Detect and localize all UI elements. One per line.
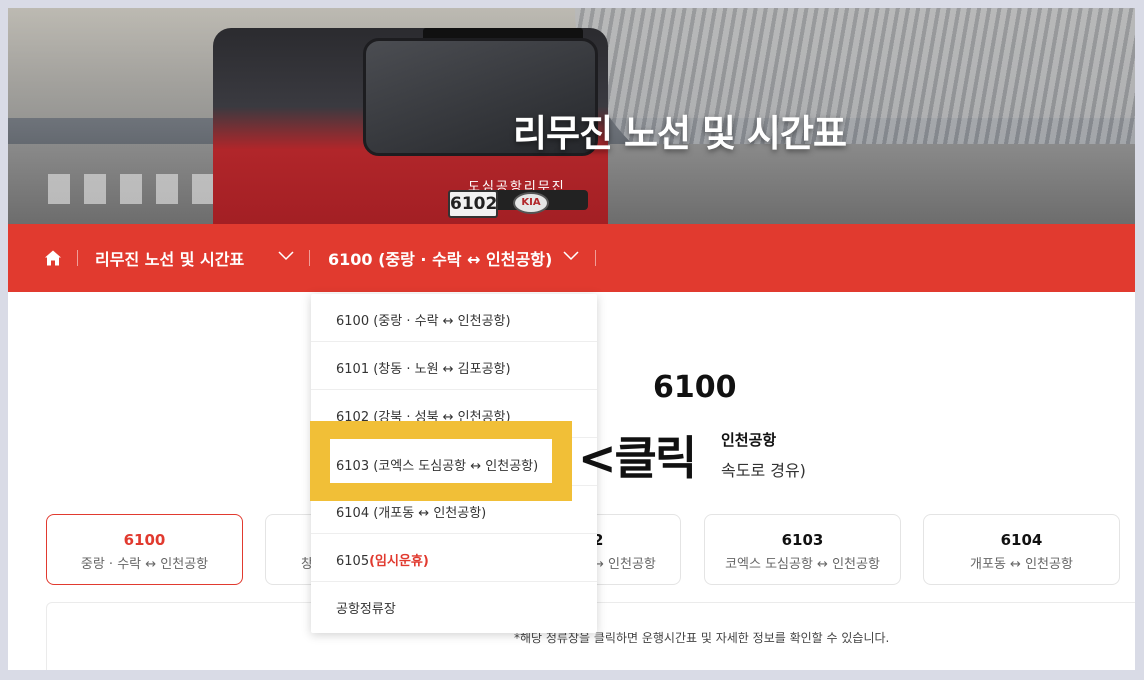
route-card-name: 중랑 · 수락 ↔ 인천공항 — [80, 557, 209, 572]
hero-banner: 도심공항리무진 6102 KIA 리무진 노선 및 시간표 — [8, 8, 1135, 224]
route-card-6100[interactable]: 6100 중랑 · 수락 ↔ 인천공항 — [46, 514, 243, 585]
dropdown-item-6105[interactable]: 6105(임시운휴) — [311, 534, 597, 582]
dropdown-item-label: 6104 (개포동 ↔ 인천공항) — [336, 506, 487, 521]
route-card-name: 개포동 ↔ 인천공항 — [970, 557, 1073, 572]
breadcrumb-divider — [77, 250, 78, 266]
route-subtitle: 인천공항 — [721, 431, 777, 449]
chevron-down-icon[interactable] — [563, 251, 579, 261]
bus-brand-logo: KIA — [513, 192, 549, 214]
dropdown-item-label: 6105(임시운휴) — [336, 550, 429, 569]
route-card-number: 6103 — [781, 531, 824, 549]
route-card-name: ↔ 인천공항 — [593, 557, 656, 572]
highlighted-item-label: 6103 (코엑스 도심공항 ↔ 인천공항) — [336, 459, 539, 474]
route-card-number: 6100 — [123, 531, 166, 549]
breadcrumb-divider — [309, 250, 310, 266]
bus-plate: 6102 — [448, 190, 498, 218]
dropdown-item-6100[interactable]: 6100 (중랑 · 수락 ↔ 인천공항) — [311, 294, 597, 342]
page-title: 리무진 노선 및 시간표 — [513, 112, 847, 155]
dropdown-item-number: 6105 — [336, 554, 370, 569]
breadcrumb-menu[interactable]: 리무진 노선 및 시간표 — [95, 246, 244, 270]
breadcrumb-bar: 리무진 노선 및 시간표 6100 (중랑 · 수락 ↔ 인천공항) — [8, 224, 1135, 292]
breadcrumb-route-selector[interactable]: 6100 (중랑 · 수락 ↔ 인천공항) — [328, 246, 552, 270]
click-annotation: <클릭 — [578, 431, 697, 485]
breadcrumb-divider — [595, 250, 596, 266]
page-frame: 도심공항리무진 6102 KIA 리무진 노선 및 시간표 리무진 노선 및 시… — [8, 8, 1135, 670]
route-card-6103[interactable]: 6103 코엑스 도심공항 ↔ 인천공항 — [704, 514, 901, 585]
highlighted-dropdown-item-6103[interactable]: 6103 (코엑스 도심공항 ↔ 인천공항) — [330, 439, 552, 483]
dropdown-item-airport-stops[interactable]: 공항정류장 — [311, 582, 597, 630]
route-card-number: 2 — [593, 531, 604, 549]
suspended-badge: (임시운휴) — [369, 554, 429, 569]
route-card-6104[interactable]: 6104 개포동 ↔ 인천공항 — [923, 514, 1120, 585]
dropdown-item-label: 6100 (중랑 · 수락 ↔ 인천공항) — [336, 314, 511, 329]
dropdown-item-label: 6101 (창동 · 노원 ↔ 김포공항) — [336, 362, 511, 377]
dropdown-item-6101[interactable]: 6101 (창동 · 노원 ↔ 김포공항) — [311, 342, 597, 390]
home-icon[interactable] — [44, 249, 62, 267]
route-card-number: 6104 — [1000, 531, 1043, 549]
dropdown-item-label: 공항정류장 — [336, 602, 396, 617]
route-number-heading: 6100 — [653, 370, 737, 405]
chevron-down-icon[interactable] — [278, 251, 294, 261]
highlight-box: 6103 (코엑스 도심공항 ↔ 인천공항) — [310, 421, 572, 501]
route-card-name: 코엑스 도심공항 ↔ 인천공항 — [725, 557, 880, 572]
route-via: 속도로 경유) — [721, 461, 806, 480]
